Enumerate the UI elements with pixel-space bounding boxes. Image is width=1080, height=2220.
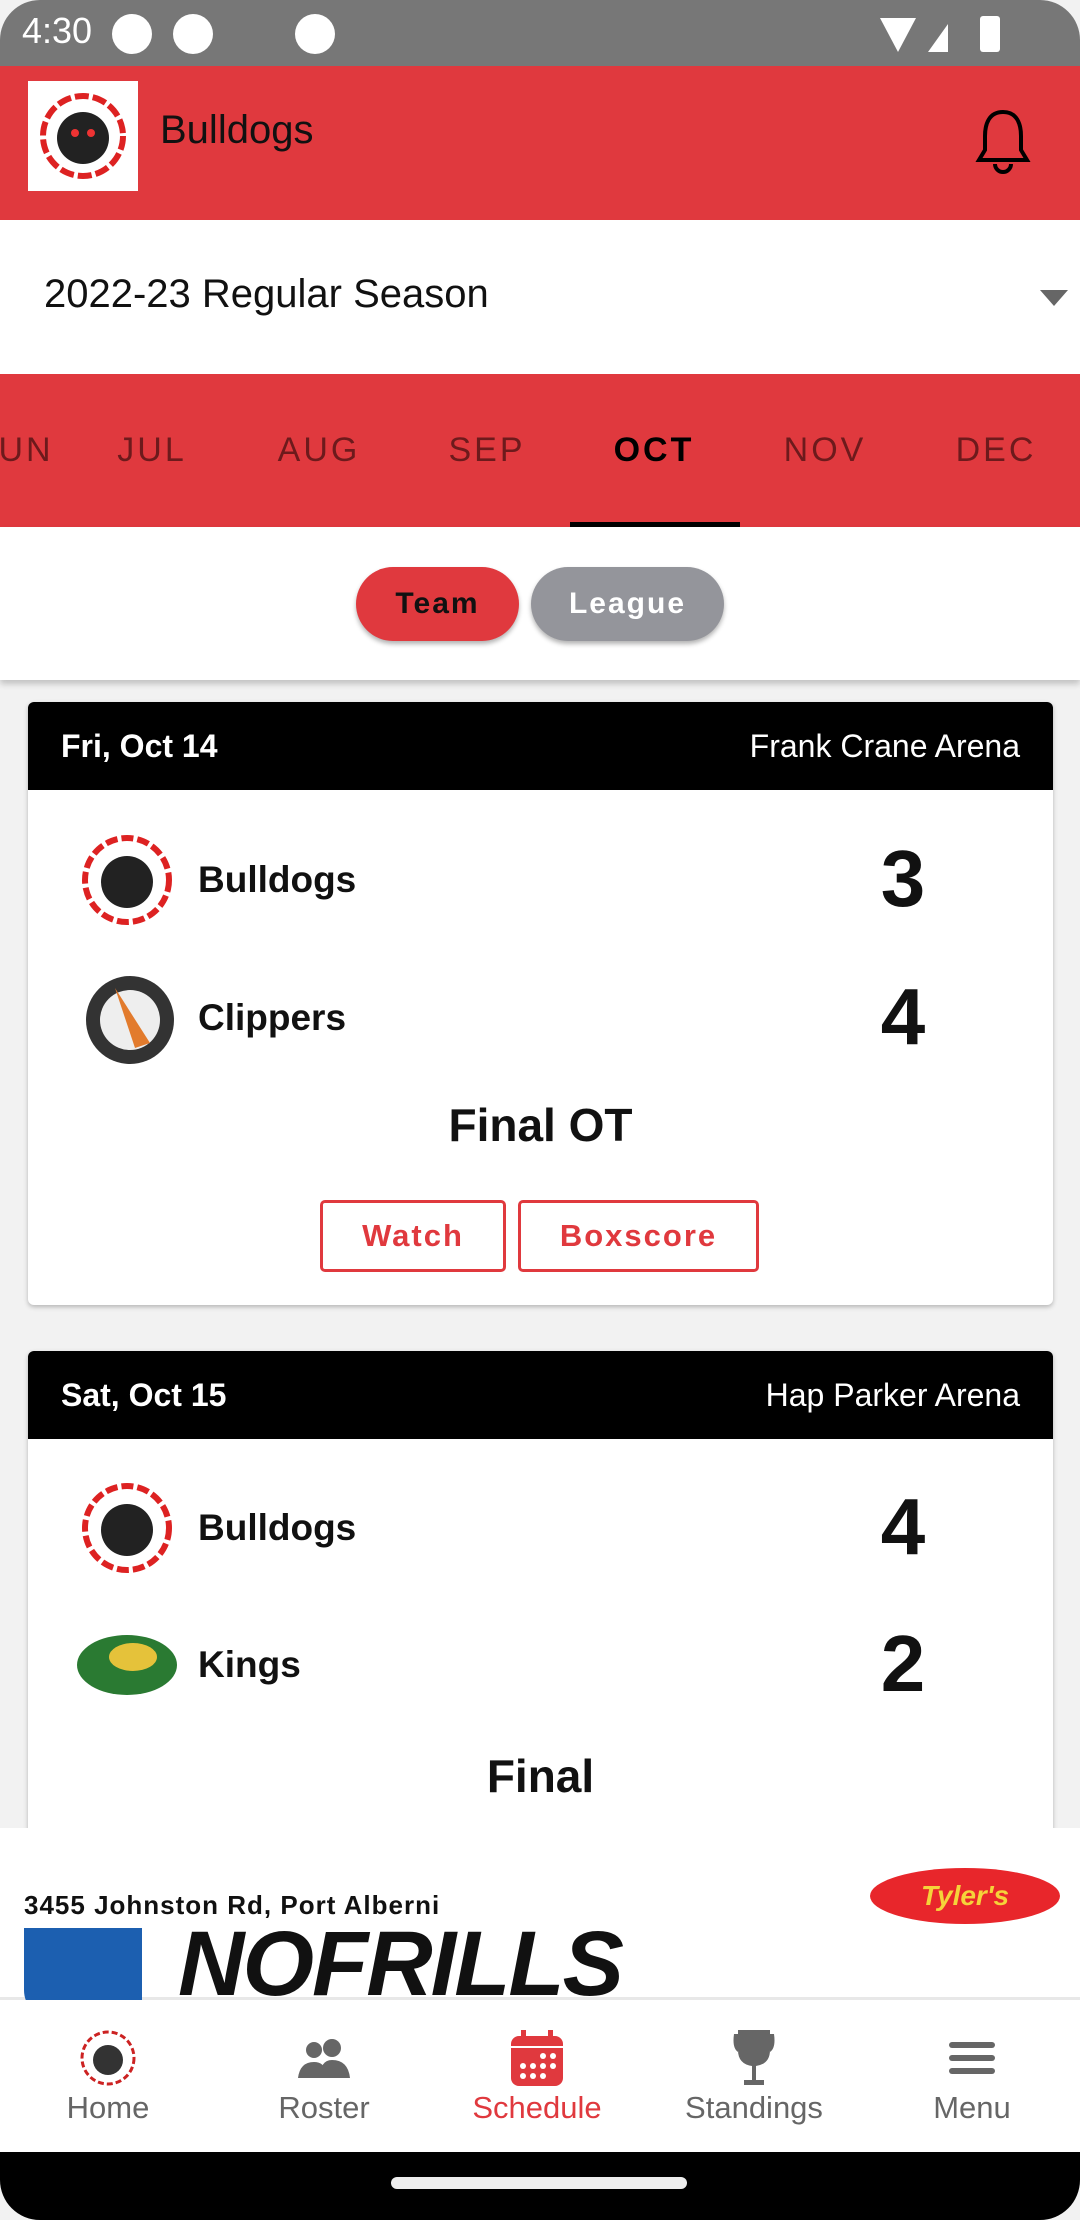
tab-nov[interactable]: NOV <box>741 374 909 527</box>
team-row: Bulldogs 4 <box>28 1473 1053 1583</box>
nav-label: Standings <box>685 2090 823 2125</box>
team-league-toggle: Team League <box>0 527 1080 680</box>
notification-icon <box>112 14 152 54</box>
tab-dec[interactable]: DEC <box>912 374 1080 527</box>
tab-oct[interactable]: OCT <box>570 374 738 527</box>
team-score: 4 <box>880 1482 926 1571</box>
game-result: Final <box>486 1750 595 1802</box>
system-nav-bar <box>0 2152 1080 2220</box>
nav-label: Menu <box>933 2090 1011 2125</box>
game-header: Fri, Oct 14 Frank Crane Arena <box>28 702 1053 790</box>
team-row: Bulldogs 3 <box>28 825 1053 935</box>
people-icon <box>298 2039 350 2078</box>
team-score: 2 <box>880 1619 926 1708</box>
ad-brand: NOFRILLS <box>178 1913 624 2015</box>
season-dropdown[interactable]: 2022-23 Regular Season <box>0 220 1080 374</box>
game-venue: Frank Crane Arena <box>749 728 1020 764</box>
ad-owner: Tyler's <box>870 1868 1060 1924</box>
season-value: 2022-23 Regular Season <box>44 272 489 316</box>
game-card[interactable]: Sat, Oct 15 Hap Parker Arena Bulldogs 4 … <box>28 1351 1053 1871</box>
bell-icon[interactable] <box>975 108 1031 174</box>
nav-standings[interactable]: Standings <box>646 2000 862 2152</box>
team-name: Bulldogs <box>198 1507 357 1548</box>
game-date: Sat, Oct 15 <box>61 1377 227 1413</box>
game-card[interactable]: Fri, Oct 14 Frank Crane Arena Bulldogs 3… <box>28 702 1053 1305</box>
bulldogs-logo-icon <box>82 1483 172 1573</box>
team-score: 3 <box>880 834 926 923</box>
menu-icon <box>949 2042 995 2074</box>
team-logo-icon <box>80 2030 136 2086</box>
bottom-nav: Home Roster Schedule Standings Menu <box>0 2000 1080 2152</box>
team-name: Kings <box>198 1644 301 1685</box>
team-score: 4 <box>880 972 926 1061</box>
trophy-icon <box>733 2030 775 2085</box>
app-title: Bulldogs <box>160 108 314 152</box>
game-result: Final OT <box>448 1099 633 1151</box>
nav-label: Home <box>66 2090 150 2125</box>
month-tabs: JUN JUL AUG SEP OCT NOV DEC <box>0 374 1080 527</box>
team-logo <box>28 81 138 191</box>
league-button[interactable]: League <box>531 567 724 641</box>
team-row: Kings 2 <box>28 1610 1053 1720</box>
nav-label: Schedule <box>472 2090 602 2125</box>
game-venue: Hap Parker Arena <box>765 1377 1020 1413</box>
watch-button[interactable]: Watch <box>320 1200 506 1272</box>
tab-jul[interactable]: JUL <box>68 374 236 527</box>
boxscore-button[interactable]: Boxscore <box>518 1200 759 1272</box>
team-row: Clippers 4 <box>28 963 1053 1073</box>
status-time: 4:30 <box>22 10 93 51</box>
nav-menu[interactable]: Menu <box>864 2000 1080 2152</box>
clippers-logo-icon <box>86 976 174 1064</box>
calendar-icon <box>511 2030 563 2086</box>
tab-sep[interactable]: SEP <box>403 374 571 527</box>
nav-roster[interactable]: Roster <box>216 2000 432 2152</box>
team-button[interactable]: Team <box>356 567 519 641</box>
team-name: Clippers <box>198 997 347 1038</box>
dropdown-arrow-icon <box>1040 290 1068 306</box>
kings-logo-icon <box>77 1635 177 1695</box>
game-header: Sat, Oct 15 Hap Parker Arena <box>28 1351 1053 1439</box>
sponsor-ad-banner[interactable]: 3455 Johnston Rd, Port Alberni NOFRILLS … <box>0 1828 1080 2020</box>
status-bar: 4:30 <box>0 0 1080 66</box>
notification-icon <box>173 14 213 54</box>
nav-label: Roster <box>278 2090 370 2125</box>
tab-aug[interactable]: AUG <box>235 374 403 527</box>
nav-schedule[interactable]: Schedule <box>429 2000 645 2152</box>
bulldogs-logo-icon <box>82 835 172 925</box>
game-date: Fri, Oct 14 <box>61 728 218 764</box>
nav-home[interactable]: Home <box>0 2000 216 2152</box>
notification-icon <box>295 14 335 54</box>
signal-battery-icons <box>880 16 1000 52</box>
home-gesture-handle[interactable] <box>391 2177 687 2189</box>
team-name: Bulldogs <box>198 859 357 900</box>
